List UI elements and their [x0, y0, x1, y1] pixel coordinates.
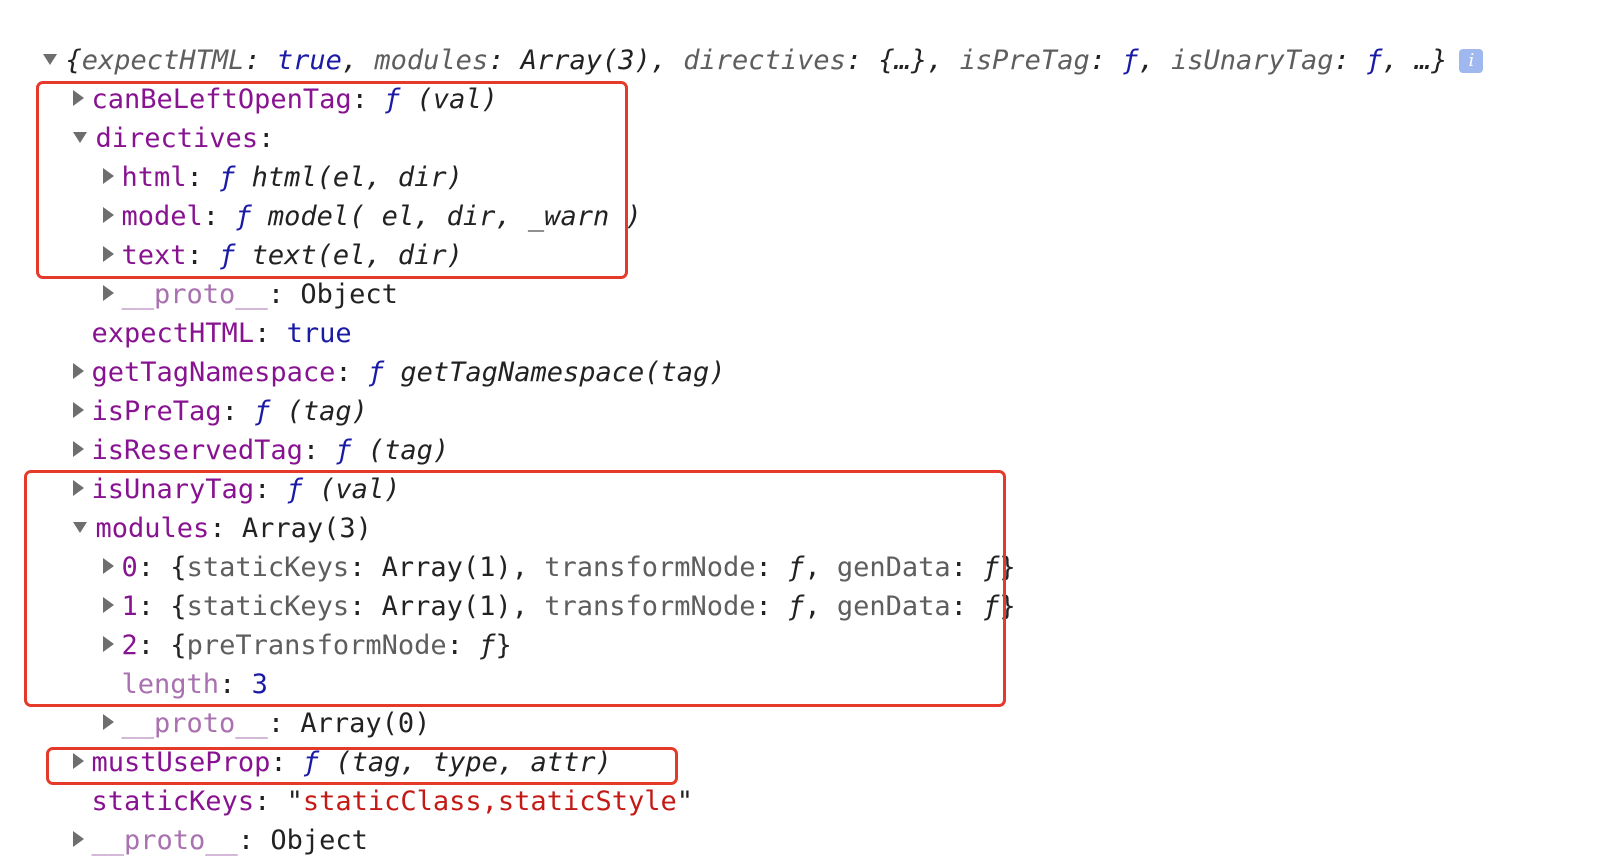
expand-triangle-icon[interactable] — [72, 831, 84, 847]
prop-row-expectHTML[interactable]: expectHTML: true — [40, 275, 352, 349]
prop-row-getTagNamespace[interactable]: getTagNamespace: ƒ getTagNamespace(tag) — [40, 314, 726, 388]
prop-row-isReservedTag[interactable]: isReservedTag: ƒ (tag) — [40, 392, 449, 466]
prop-row-isPreTag[interactable]: isPreTag: ƒ (tag) — [40, 353, 368, 427]
prop-row-mustUseProp[interactable]: mustUseProp: ƒ (tag, type, attr) — [40, 704, 612, 778]
info-icon[interactable]: i — [1459, 49, 1484, 73]
prop-row-canBeLeftOpenTag[interactable]: canBeLeftOpenTag: ƒ (val) — [40, 41, 498, 115]
highlight-box-staticKeys — [46, 747, 678, 785]
prop-row-proto[interactable]: __proto__: Object — [40, 782, 368, 856]
prop-row-isUnaryTag[interactable]: isUnaryTag: ƒ (val) — [40, 431, 400, 505]
highlight-box-modules — [24, 470, 1006, 707]
highlight-box-directives — [36, 81, 628, 279]
root-object-row[interactable]: {expectHTML: true, modules: Array(3), di… — [10, 2, 1484, 76]
